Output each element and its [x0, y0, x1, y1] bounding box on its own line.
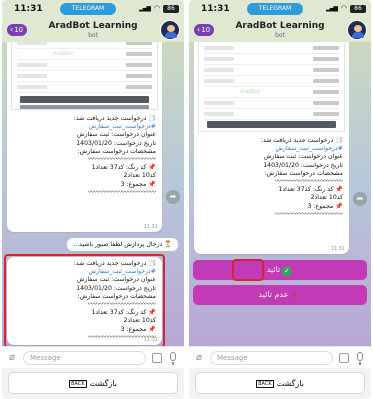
- phone-left: 11:31 TELEGRAM ▂▄▆ ◠ 86 ‹10 AradBot Lear…: [2, 0, 184, 399]
- battery-icon: 86: [163, 5, 179, 13]
- phone-right: 11:31 TELEGRAM ▂▄▆ ◠ 86 ‹10 AradBot Lear…: [189, 0, 371, 399]
- highlight-box: [4, 254, 165, 346]
- status-bar: 11:31 TELEGRAM ▂▄▆ ◠ 86: [189, 0, 371, 18]
- form-watermark: AradBot: [53, 51, 74, 57]
- back-arrow-icon: BACK: [69, 380, 87, 388]
- paperclip-icon[interactable]: ⌀: [196, 352, 202, 363]
- bot-avatar[interactable]: [347, 20, 367, 40]
- chat-title[interactable]: AradBot Learning: [189, 21, 371, 31]
- order-message-text: 📑 درخواست جدید دریافت شد: #درخواست_ثبت_س…: [194, 134, 349, 219]
- battery-icon: 86: [350, 5, 366, 13]
- form-row: [204, 45, 339, 54]
- reject-label: عدم تائید: [258, 290, 289, 299]
- msg-line: عنوان درخواست: ثبت سفارش: [263, 153, 343, 161]
- telegram-pill[interactable]: TELEGRAM: [60, 3, 116, 15]
- status-time: 11:31: [14, 4, 43, 14]
- form-row: [204, 100, 339, 109]
- form-row: [204, 67, 339, 76]
- msg-line: عنوان درخواست: ثبت سفارش: [76, 131, 156, 139]
- msg-line: 📌 مجموع: 3: [120, 180, 156, 188]
- msg-line: تاریخ درخواست: 1403/01/20: [263, 161, 343, 169]
- back-button-label: بازگشت: [276, 379, 304, 388]
- message-time: 11:31: [143, 224, 158, 230]
- telegram-pill[interactable]: TELEGRAM: [247, 3, 303, 15]
- chat-area[interactable]: AradBot 📑 درخواست جدید دریافت شد: #درخوا…: [2, 42, 184, 346]
- bot-avatar[interactable]: [160, 20, 180, 40]
- msg-hashtag[interactable]: #درخواست_ثبت_سفارش: [13, 123, 156, 131]
- paperclip-icon[interactable]: ⌀: [9, 352, 15, 363]
- check-icon: ✓: [282, 267, 292, 276]
- msg-line: 📌 کد رنگ: کد37 تعداد1: [278, 186, 343, 194]
- msg-divider: 〰〰〰〰〰〰〰〰〰〰〰: [87, 188, 156, 196]
- msg-line: 📑 درخواست جدید دریافت شد:: [260, 137, 343, 144]
- form-footer-bar: [20, 105, 149, 109]
- message-input[interactable]: Message: [210, 351, 333, 365]
- order-message-text: 📑 درخواست جدید دریافت شد: #درخواست_ثبت_س…: [7, 112, 162, 197]
- msg-line: کد10 تعداد2: [123, 172, 156, 180]
- status-time: 11:31: [201, 4, 230, 14]
- form-row: AradBot: [204, 89, 339, 98]
- msg-line: تاریخ درخواست: 1403/01/20: [76, 139, 156, 147]
- form-screenshot-image[interactable]: AradBot: [198, 42, 345, 132]
- share-icon[interactable]: ➦: [166, 190, 180, 204]
- cross-icon: ✕: [292, 292, 298, 300]
- message-input-bar: ⌀ Message: [189, 346, 371, 368]
- confirm-button[interactable]: ✓تائید: [193, 260, 367, 280]
- msg-divider: 〰〰〰〰〰〰〰〰〰〰〰: [274, 178, 343, 186]
- msg-line: مشخصات درخواست سفارش:: [264, 169, 343, 177]
- reply-keyboard: بازگشتBACK: [189, 368, 371, 399]
- form-row: [204, 78, 339, 87]
- form-row: [17, 62, 152, 71]
- message-input[interactable]: Message: [23, 351, 146, 365]
- form-row: [204, 56, 339, 65]
- form-submit-bar: [207, 121, 336, 128]
- processing-message: ⏳ درحال پردازش لطفا صبور باشید...: [67, 238, 178, 251]
- form-row: AradBot: [17, 51, 152, 60]
- keyboard-icon[interactable]: [152, 353, 162, 363]
- form-row: [17, 73, 152, 82]
- order-message-bubble: AradBot 📑 درخواست جدید دریافت شد: #درخوا…: [7, 42, 162, 232]
- chat-subtitle: bot: [275, 32, 285, 39]
- chat-header: ‹10 AradBot Learning bot: [189, 18, 371, 42]
- reply-keyboard: بازگشتBACK: [2, 368, 184, 399]
- message-time: 11:31: [330, 246, 345, 252]
- screenshot-stage: 11:31 TELEGRAM ▂▄▆ ◠ 86 ‹10 AradBot Lear…: [0, 0, 373, 399]
- form-row: [17, 84, 152, 93]
- microphone-icon[interactable]: [170, 352, 176, 365]
- msg-divider: 〰〰〰〰〰〰〰〰〰〰〰: [87, 156, 156, 164]
- form-watermark: AradBot: [240, 89, 261, 95]
- highlight-box: [232, 259, 264, 281]
- reject-button[interactable]: ✕عدم تائید: [193, 285, 367, 305]
- form-submit-bar: [20, 96, 149, 103]
- msg-line: 📑 درخواست جدید دریافت شد:: [73, 115, 156, 122]
- microphone-icon[interactable]: [357, 352, 363, 365]
- wifi-icon: ◠: [153, 4, 160, 12]
- status-bar: 11:31 TELEGRAM ▂▄▆ ◠ 86: [2, 0, 184, 18]
- message-input-bar: ⌀ Message: [2, 346, 184, 368]
- order-message-bubble: AradBot 📑 درخواست جدید دریافت شد: #درخوا…: [194, 42, 349, 254]
- msg-hashtag[interactable]: #درخواست_ثبت_سفارش: [200, 145, 343, 153]
- back-keyboard-button[interactable]: بازگشتBACK: [195, 372, 365, 394]
- signal-icon: ▂▄▆: [326, 5, 338, 12]
- back-keyboard-button[interactable]: بازگشتBACK: [8, 372, 178, 394]
- back-arrow-icon: BACK: [256, 380, 274, 388]
- form-screenshot-image[interactable]: AradBot: [11, 42, 158, 110]
- wifi-icon: ◠: [340, 4, 347, 12]
- keyboard-icon[interactable]: [339, 353, 349, 363]
- chat-title[interactable]: AradBot Learning: [2, 21, 184, 31]
- signal-icon: ▂▄▆: [139, 5, 151, 12]
- msg-line: کد10 تعداد2: [310, 194, 343, 202]
- confirm-label: تائید: [266, 265, 281, 274]
- chat-area[interactable]: AradBot 📑 درخواست جدید دریافت شد: #درخوا…: [189, 42, 371, 346]
- form-row: [17, 42, 152, 49]
- chat-subtitle: bot: [88, 32, 98, 39]
- msg-line: مشخصات درخواست سفارش:: [77, 147, 156, 155]
- share-icon[interactable]: ➦: [353, 192, 367, 206]
- back-button-label: بازگشت: [89, 379, 117, 388]
- msg-line: 📌 کد رنگ: کد37 تعداد1: [91, 164, 156, 172]
- msg-divider: 〰〰〰〰〰〰〰〰〰〰〰: [274, 210, 343, 218]
- msg-line: 📌 مجموع: 3: [307, 202, 343, 210]
- chat-header: ‹10 AradBot Learning bot: [2, 18, 184, 42]
- form-row: [204, 111, 339, 120]
